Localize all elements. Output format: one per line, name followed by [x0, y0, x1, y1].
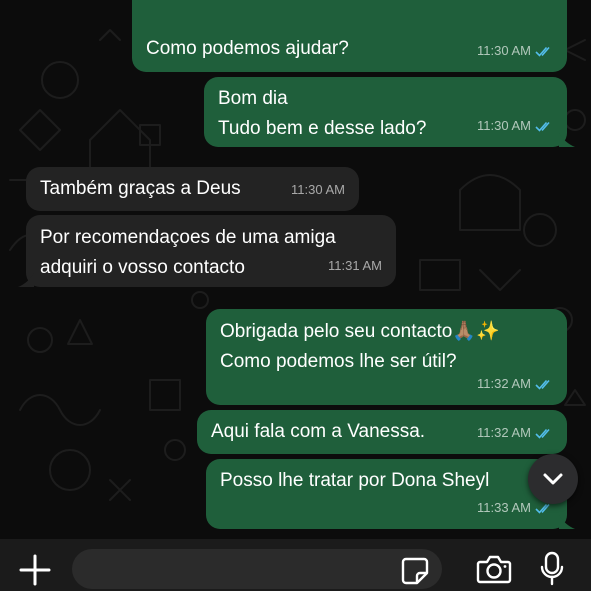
message-time: 11:32 AM [477, 425, 531, 440]
message-meta: 11:30 AM [477, 36, 553, 66]
double-check-icon [535, 46, 550, 57]
message-text: Por recomendaçoes de uma amiga [40, 227, 336, 248]
message-time: 11:31 AM [328, 258, 382, 273]
message-bubble-outgoing[interactable]: Posso lhe tratar por Dona Sheyl 11:33 AM [206, 459, 575, 529]
message-text: Obrigada pelo seu contacto🙏🏽✨ [220, 321, 500, 342]
message-time: 11:30 AM [477, 43, 531, 58]
double-check-icon [535, 379, 550, 390]
message-input[interactable] [72, 549, 442, 589]
message-bubble-outgoing[interactable]: Como podemos ajudar? 11:30 AM [132, 0, 567, 72]
message-text: Bom dia [218, 88, 288, 109]
message-meta: 11:31 AM [328, 251, 382, 281]
message-meta: 11:32 AM [477, 369, 553, 399]
message-time: 11:32 AM [477, 376, 531, 391]
camera-icon[interactable] [476, 553, 512, 585]
plus-icon[interactable] [18, 553, 52, 587]
message-time: 11:33 AM [477, 500, 531, 515]
scroll-to-bottom-button[interactable] [528, 454, 578, 504]
sticker-icon[interactable] [400, 556, 430, 586]
message-meta: 11:32 AM [477, 418, 553, 448]
double-check-icon [535, 503, 550, 514]
message-bubble-incoming[interactable]: Também graças a Deus 11:30 AM [26, 167, 359, 211]
message-bubble-incoming[interactable]: Por recomendaçoes de uma amiga adquiri o… [18, 215, 396, 287]
microphone-icon[interactable] [540, 551, 564, 587]
bubble-tail [559, 133, 575, 147]
chevron-down-icon [543, 473, 563, 485]
bubble-tail [18, 273, 34, 287]
message-time: 11:30 AM [477, 118, 531, 133]
message-time: 11:30 AM [291, 182, 345, 197]
double-check-icon [535, 121, 550, 132]
message-meta: 11:30 AM [291, 175, 345, 205]
message-bubble-outgoing[interactable]: Aqui fala com a Vanessa. 11:32 AM [197, 410, 567, 454]
chat-area[interactable]: Como podemos ajudar? 11:30 AM Bom dia Tu… [0, 0, 591, 539]
double-check-icon [535, 428, 550, 439]
message-text: Posso lhe tratar por Dona Sheyl [220, 470, 490, 491]
message-bubble-outgoing[interactable]: Bom dia Tudo bem e desse lado? 11:30 AM [204, 77, 575, 147]
message-bubble-outgoing[interactable]: Obrigada pelo seu contacto🙏🏽✨ Como podem… [206, 309, 567, 405]
message-meta: 11:30 AM [477, 111, 553, 141]
bubble-tail [559, 515, 575, 529]
